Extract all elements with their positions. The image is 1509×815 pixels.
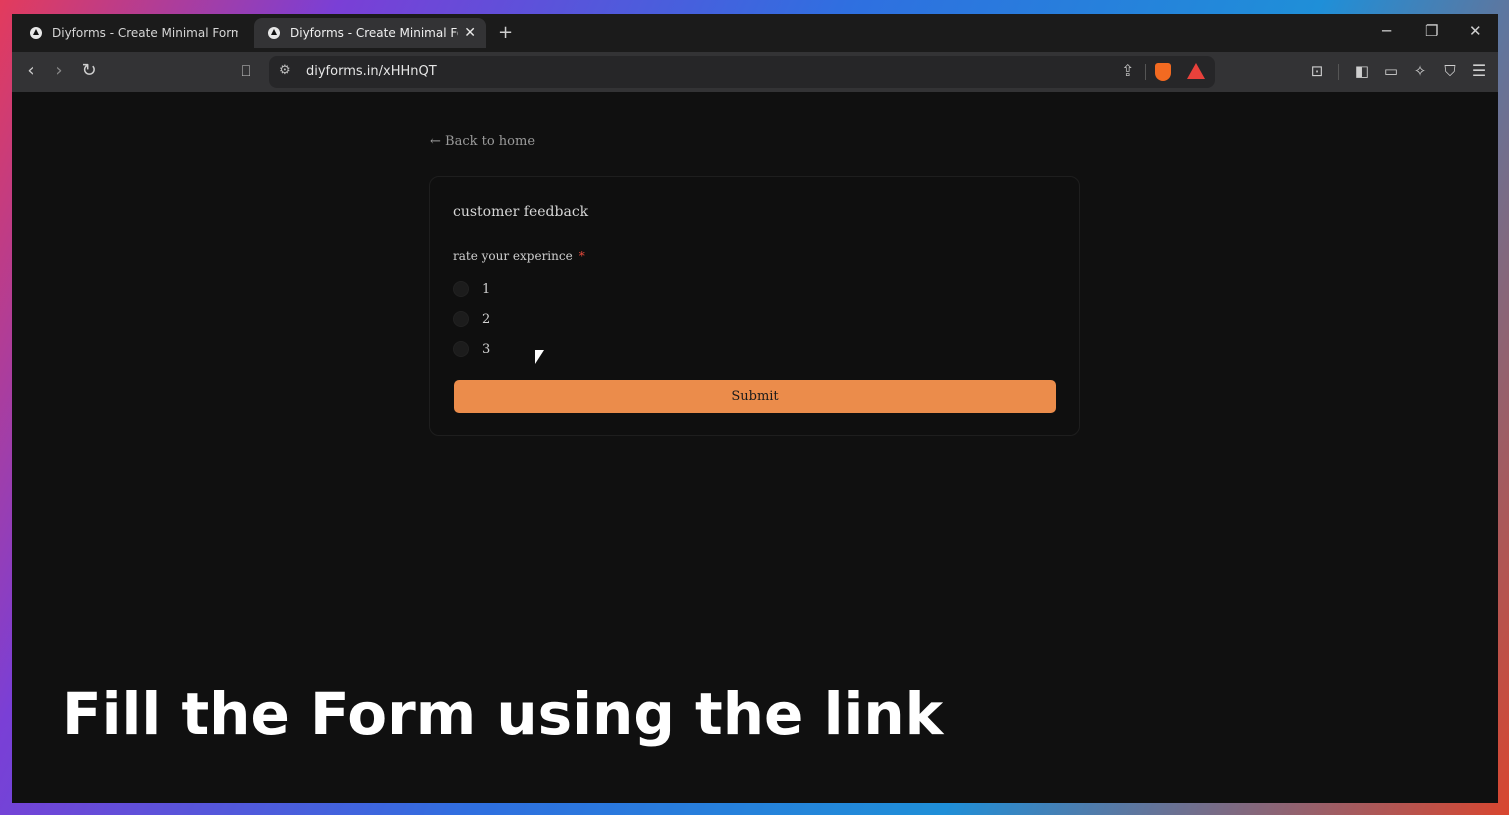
radio-button[interactable] [453, 281, 469, 297]
radio-option[interactable]: 1 [453, 281, 490, 297]
page-content: ← Back to home customer feedback rate yo… [12, 92, 1498, 803]
divider [1145, 64, 1146, 80]
bookmark-icon[interactable]: ⎕ [235, 62, 257, 80]
browser-window: Diyforms - Create Minimal Forms Diyforms… [12, 14, 1498, 803]
radio-label: 1 [482, 281, 491, 297]
toolbar: ‹ › ↻ ⎕ ⚙ diyforms.in/xHHnQT ⇪ ⊡ ◧ ▭ ✧ ⛉… [12, 52, 1498, 92]
menu-icon[interactable]: ☰ [1468, 61, 1490, 80]
tab-strip: Diyforms - Create Minimal Forms Diyforms… [12, 14, 1498, 52]
minimize-icon[interactable]: ─ [1382, 22, 1391, 40]
tab-title: Diyforms - Create Minimal Forms [52, 26, 238, 40]
form-title: customer feedback [453, 204, 589, 220]
new-tab-icon[interactable]: + [498, 22, 513, 43]
submit-button[interactable]: Submit [454, 380, 1056, 413]
reload-icon[interactable]: ↻ [78, 60, 100, 81]
brave-rewards-icon[interactable] [1187, 63, 1205, 79]
form-card: customer feedback rate your experince * 1… [429, 176, 1080, 436]
video-caption: Fill the Form using the link [62, 680, 944, 748]
site-settings-icon[interactable]: ⚙ [279, 63, 291, 78]
mouse-cursor-icon [535, 350, 544, 364]
url-text[interactable]: diyforms.in/xHHnQT [306, 64, 437, 79]
forward-icon[interactable]: › [48, 60, 70, 81]
share-icon[interactable]: ⇪ [1121, 61, 1134, 80]
required-marker: * [578, 249, 585, 263]
close-window-icon[interactable]: ✕ [1469, 22, 1482, 40]
radio-button[interactable] [453, 311, 469, 327]
back-to-home-link[interactable]: ← Back to home [430, 134, 535, 149]
favicon-icon [30, 27, 42, 39]
vpn-shield-icon[interactable]: ⛉ [1439, 62, 1461, 80]
address-bar[interactable]: ⚙ diyforms.in/xHHnQT ⇪ [269, 56, 1215, 88]
radio-label: 2 [482, 311, 491, 327]
tab-title: Diyforms - Create Minimal Forms [290, 26, 458, 40]
brave-shields-icon[interactable] [1155, 63, 1171, 81]
radio-option[interactable]: 3 [453, 341, 490, 357]
question-label: rate your experince * [453, 249, 585, 263]
radio-label: 3 [482, 341, 491, 357]
leo-ai-icon[interactable]: ✧ [1409, 62, 1431, 80]
close-tab-icon[interactable]: ✕ [464, 25, 476, 41]
screenshot-icon[interactable]: ⊡ [1306, 62, 1328, 80]
tab-1[interactable]: Diyforms - Create Minimal Forms [16, 18, 248, 48]
radio-option[interactable]: 2 [453, 311, 490, 327]
radio-button[interactable] [453, 341, 469, 357]
question-text: rate your experince [453, 249, 573, 263]
tab-2[interactable]: Diyforms - Create Minimal Forms ✕ [254, 18, 486, 48]
favicon-icon [268, 27, 280, 39]
divider [1338, 64, 1339, 80]
sidebar-icon[interactable]: ◧ [1351, 62, 1373, 80]
back-icon[interactable]: ‹ [20, 60, 42, 81]
wallet-icon[interactable]: ▭ [1380, 62, 1402, 80]
restore-icon[interactable]: ❐ [1425, 22, 1438, 40]
